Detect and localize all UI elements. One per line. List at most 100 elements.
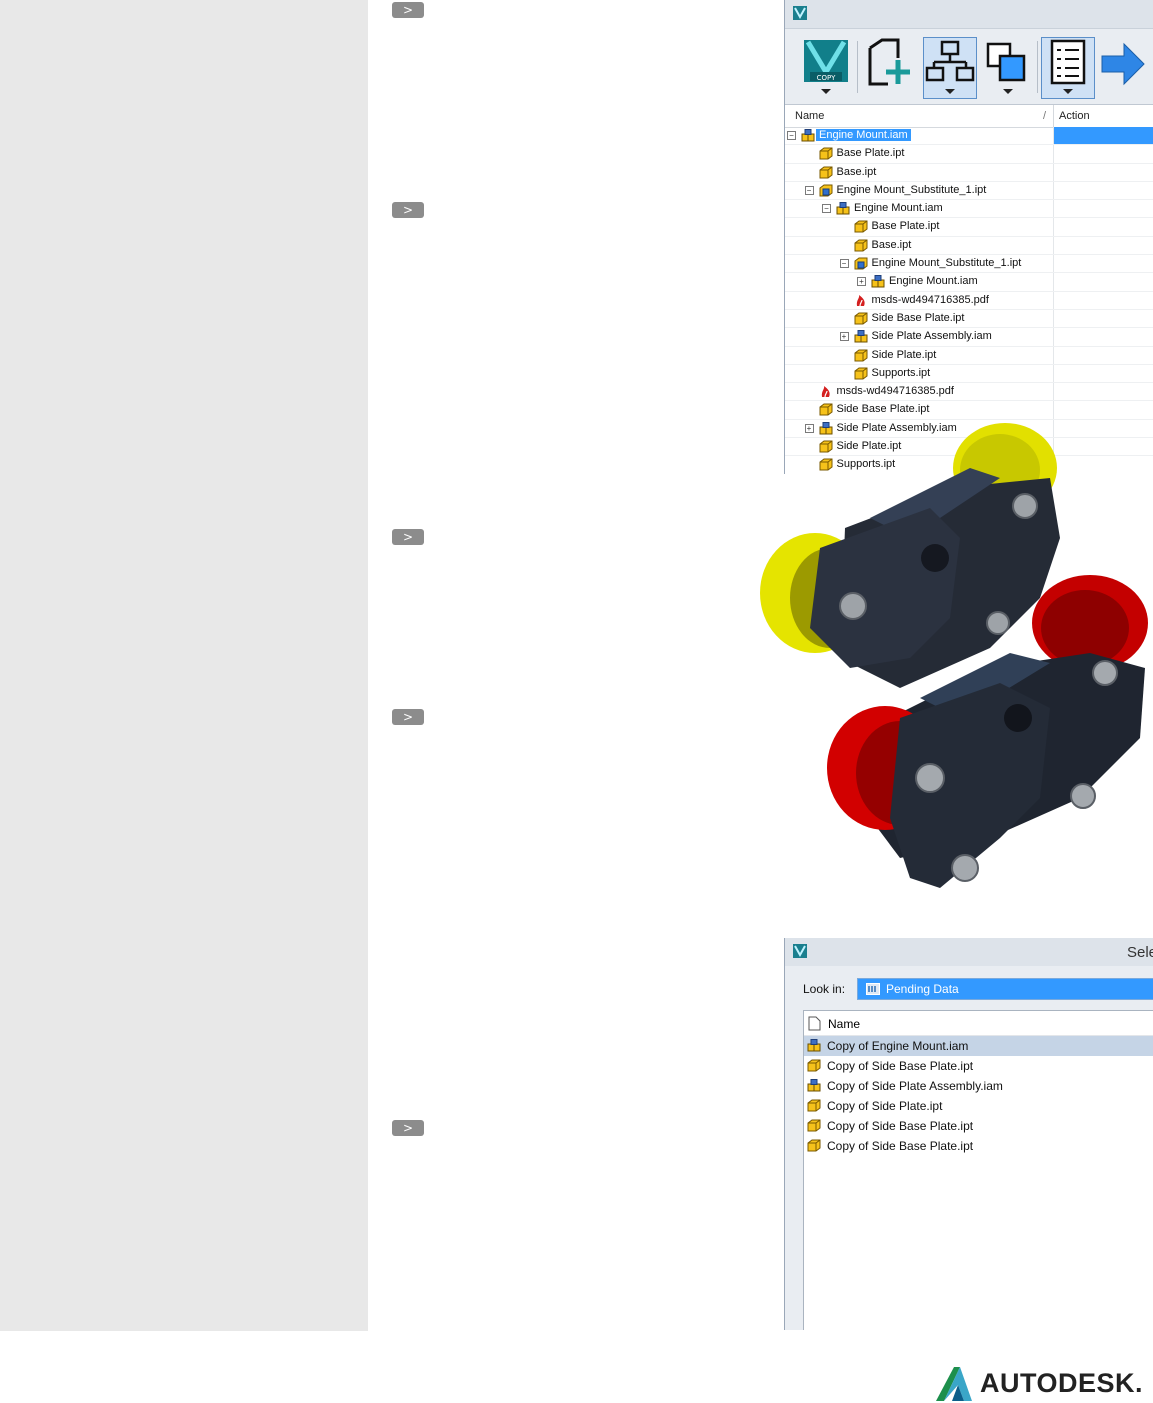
collapse-toggle-icon[interactable]: − — [804, 185, 814, 195]
part-file-icon — [807, 1059, 821, 1072]
assembly-file-icon — [807, 1039, 821, 1052]
look-in-value: Pending Data — [886, 982, 959, 996]
part-file-icon — [854, 367, 867, 380]
toolbar: COPY — [785, 29, 1153, 105]
document-icon — [808, 1016, 821, 1031]
assembly-file-icon — [807, 1079, 821, 1092]
tree-row[interactable]: − Engine Mount_Substitute_1.ipt — [785, 255, 1153, 274]
tree-row[interactable]: Side Base Plate.ipt — [785, 401, 1153, 420]
tree-row[interactable]: Base.ipt — [785, 236, 1153, 256]
collapse-toggle-icon[interactable]: − — [822, 204, 831, 214]
file-list: Name Copy of Engine Mount.iam Copy of Sid… — [803, 1010, 1153, 1330]
file-list-item[interactable]: Copy of Side Base Plate.ipt — [804, 1136, 1153, 1156]
part-file-icon — [854, 220, 867, 233]
expand-chevron-button[interactable]: > — [392, 2, 424, 18]
tree-row-label: Engine Mount.iam — [889, 275, 978, 288]
expand-chevron-button[interactable]: > — [392, 709, 424, 725]
tree-row[interactable]: msds-wd494716385.pdf — [785, 383, 1153, 402]
collapse-toggle-icon[interactable]: − — [787, 131, 796, 140]
list-view-button[interactable] — [1041, 37, 1095, 99]
part-file-icon — [854, 349, 867, 362]
new-file-icon — [868, 38, 910, 86]
new-file-button[interactable] — [861, 37, 915, 99]
action-cell[interactable] — [1054, 127, 1153, 145]
tree-row-label: msds-wd494716385.pdf — [871, 293, 989, 306]
file-name: Copy of Side Plate Assembly.iam — [827, 1079, 1003, 1093]
sort-indicator: / — [1043, 110, 1047, 122]
tree-row-label: Base Plate.ipt — [871, 220, 940, 233]
tree-column-headers: Name / Action — [785, 105, 1153, 128]
left-sidebar — [0, 0, 368, 1331]
file-list-item[interactable]: Copy of Engine Mount.iam — [804, 1036, 1153, 1056]
tree-row[interactable]: msds-wd494716385.pdf — [785, 291, 1153, 310]
tree-row-label: Base.ipt — [871, 238, 912, 251]
file-list-item[interactable]: Copy of Side Base Plate.ipt — [804, 1056, 1153, 1076]
tree-row[interactable]: Side Plate.ipt — [785, 346, 1153, 365]
expand-toggle-icon[interactable]: + — [839, 332, 849, 342]
part-file-icon — [807, 1099, 821, 1112]
file-list-item[interactable]: Copy of Side Plate.ipt — [804, 1096, 1153, 1116]
copy-design-window: COPY Name / Action − Engine Mount.iam Ba… — [784, 0, 1153, 474]
list-view-icon — [1050, 39, 1086, 85]
column-name[interactable]: Name — [795, 110, 824, 122]
expand-chevron-button[interactable]: > — [392, 529, 424, 545]
part-file-icon — [807, 1119, 821, 1132]
autodesk-logo-icon — [936, 1367, 972, 1401]
copy-button[interactable]: COPY — [799, 37, 853, 99]
expand-toggle-icon[interactable]: + — [857, 277, 866, 287]
tree-row[interactable]: Supports.ipt — [785, 364, 1153, 384]
assembly-file-icon — [801, 129, 815, 142]
autodesk-logo: AUTODESK. — [934, 1363, 1153, 1403]
substitute-file-icon — [854, 257, 867, 270]
expand-chevron-button[interactable]: > — [392, 202, 424, 218]
tree-row[interactable]: − Engine Mount.iam — [785, 200, 1153, 219]
part-file-icon — [854, 239, 867, 252]
tree-row-label: Engine Mount.iam — [816, 129, 911, 141]
tree-row-label: Engine Mount_Substitute_1.ipt — [871, 257, 1022, 270]
tree-row[interactable]: Base Plate.ipt — [785, 145, 1153, 164]
file-list-header: Name — [804, 1011, 1153, 1036]
file-list-item[interactable]: Copy of Side Base Plate.ipt — [804, 1116, 1153, 1136]
autodesk-wordmark: AUTODESK. — [980, 1368, 1144, 1398]
tree-row-label: Base.ipt — [836, 165, 877, 178]
assembly-file-icon — [854, 330, 867, 343]
tree-row[interactable]: + Side Plate Assembly.iam — [785, 328, 1153, 347]
part-file-icon — [819, 166, 832, 179]
tree-row[interactable]: − Engine Mount_Substitute_1.ipt — [785, 181, 1153, 201]
look-in-label: Look in: — [803, 982, 846, 996]
dialog-title: Sele — [1127, 944, 1153, 961]
replace-icon — [986, 42, 1026, 82]
assembly-file-icon — [836, 202, 850, 215]
tree-row[interactable]: Side Base Plate.ipt — [785, 309, 1153, 329]
tree-row-label: msds-wd494716385.pdf — [836, 385, 954, 398]
engine-mount-model-image — [760, 423, 1148, 888]
next-button[interactable] — [1097, 37, 1151, 99]
replace-button[interactable] — [981, 37, 1035, 99]
expand-chevron-button[interactable]: > — [392, 1120, 424, 1136]
tree-row-label: Base Plate.ipt — [836, 147, 905, 160]
part-file-icon — [854, 312, 867, 325]
tree-row-label: Engine Mount_Substitute_1.ipt — [836, 183, 987, 196]
column-name[interactable]: Name — [828, 1017, 860, 1031]
file-name: Copy of Side Base Plate.ipt — [827, 1119, 974, 1133]
tree-row[interactable]: − Engine Mount.iam — [785, 127, 1153, 146]
pdf-file-icon — [821, 386, 830, 398]
window-titlebar — [785, 0, 1153, 29]
tree-row[interactable]: Base.ipt — [785, 163, 1153, 182]
file-name: Copy of Side Plate.ipt — [827, 1099, 943, 1113]
column-action[interactable]: Action — [1059, 110, 1090, 122]
file-name: Copy of Side Base Plate.ipt — [827, 1059, 974, 1073]
look-in-dropdown[interactable]: Pending Data — [857, 978, 1153, 1000]
file-list-item[interactable]: Copy of Side Plate Assembly.iam — [804, 1076, 1153, 1096]
svg-text:COPY: COPY — [817, 74, 836, 82]
tree-row[interactable]: + Engine Mount.iam — [785, 273, 1153, 292]
collapse-toggle-icon[interactable]: − — [839, 259, 849, 269]
tree-row[interactable]: Base Plate.ipt — [785, 218, 1153, 237]
assembly-tree-button[interactable] — [923, 37, 977, 99]
file-name: Copy of Engine Mount.iam — [827, 1039, 969, 1053]
dialog-titlebar: Sele — [785, 938, 1153, 966]
app-icon — [793, 944, 807, 958]
assembly-file-icon — [871, 275, 885, 288]
tree-row-label: Side Plate Assembly.iam — [871, 330, 992, 343]
tree-row-label: Side Base Plate.ipt — [836, 403, 930, 416]
